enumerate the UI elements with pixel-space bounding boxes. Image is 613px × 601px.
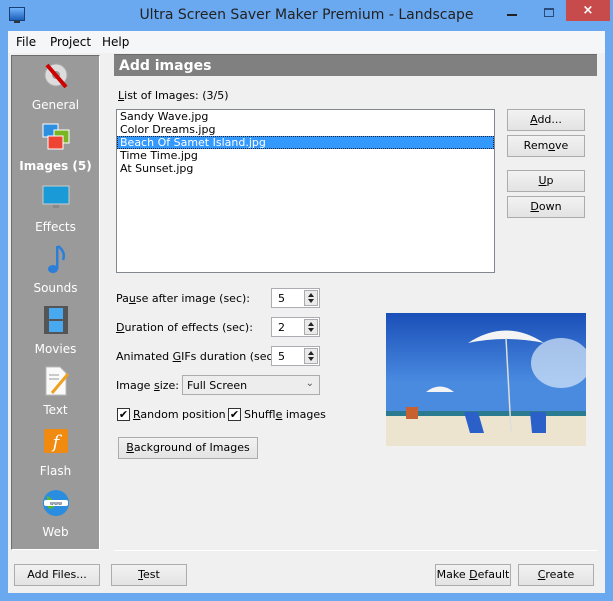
sidebar-item-web[interactable]: www Web	[12, 488, 99, 548]
document-pencil-icon	[45, 366, 70, 396]
image-size-select[interactable]: Full Screen ⌄	[182, 375, 320, 395]
images-icon	[42, 123, 70, 150]
gifs-duration-value[interactable]: 5	[278, 350, 285, 363]
gear-wrench-icon	[44, 63, 68, 89]
list-item[interactable]: Sandy Wave.jpg	[117, 110, 494, 123]
up-button[interactable]: Up	[507, 170, 585, 192]
duration-value[interactable]: 2	[278, 321, 285, 334]
list-item[interactable]: Color Dreams.jpg	[117, 123, 494, 136]
globe-www-icon: www	[43, 490, 69, 516]
client-area: File Project Help General Images (5) Eff…	[8, 31, 605, 593]
test-button[interactable]: Test	[111, 564, 187, 586]
shuffle-images-checkbox[interactable]: ✔	[228, 408, 241, 421]
duration-spinner[interactable]: 2	[271, 317, 320, 337]
sidebar-item-sounds[interactable]: Sounds	[12, 244, 99, 304]
sidebar-item-label: General	[31, 98, 80, 112]
spin-arrows[interactable]	[304, 290, 318, 306]
image-size-label: Image size:	[116, 379, 179, 392]
shuffle-images-label[interactable]: Shuffle images	[244, 408, 326, 421]
sidebar-item-images[interactable]: Images (5)	[12, 122, 99, 182]
sidebar-item-label: Effects	[35, 220, 76, 234]
section-header: Add images	[114, 54, 597, 76]
sidebar: General Images (5) Effects Sounds Movies…	[11, 55, 100, 550]
spin-arrows[interactable]	[304, 319, 318, 335]
sidebar-item-label: Movies	[34, 342, 77, 356]
duration-label: Duration of effects (sec):	[116, 321, 253, 334]
list-item[interactable]: Time Time.jpg	[117, 149, 494, 162]
background-of-images-button[interactable]: Background of Images	[118, 437, 258, 459]
chevron-down-icon: ⌄	[305, 378, 314, 389]
list-item[interactable]: At Sunset.jpg	[117, 162, 494, 175]
flash-icon: f	[44, 429, 68, 453]
sidebar-item-label: Sounds	[33, 281, 78, 295]
sidebar-item-effects[interactable]: Effects	[12, 183, 99, 243]
pause-value[interactable]: 5	[278, 292, 285, 305]
select-value: Full Screen	[187, 379, 248, 392]
sidebar-item-flash[interactable]: f Flash	[12, 427, 99, 487]
sidebar-item-text[interactable]: Text	[12, 366, 99, 426]
remove-button[interactable]: Remove	[507, 135, 585, 157]
pause-spinner[interactable]: 5	[271, 288, 320, 308]
close-button[interactable]: ×	[566, 0, 610, 21]
svg-text:www: www	[50, 501, 62, 507]
random-position-label[interactable]: Random position	[133, 408, 226, 421]
menu-project[interactable]: Project	[50, 35, 91, 49]
sidebar-item-label: Text	[43, 403, 68, 417]
add-button[interactable]: Add...	[507, 109, 585, 131]
list-label: List of Images: (3/5)	[118, 89, 229, 102]
menu-help[interactable]: Help	[102, 35, 129, 49]
sidebar-item-label: Flash	[39, 464, 72, 478]
images-listbox[interactable]: Sandy Wave.jpg Color Dreams.jpg Beach Of…	[116, 109, 495, 273]
film-icon	[44, 306, 68, 334]
app-window: Ultra Screen Saver Maker Premium - Lands…	[0, 0, 613, 601]
pause-label: Pause after image (sec):	[116, 292, 250, 305]
random-position-checkbox[interactable]: ✔	[117, 408, 130, 421]
make-default-button[interactable]: Make Default	[435, 564, 511, 586]
spin-arrows[interactable]	[304, 348, 318, 364]
sidebar-item-general[interactable]: General	[12, 61, 99, 121]
gifs-duration-spinner[interactable]: 5	[271, 346, 320, 366]
footer-separator	[114, 550, 597, 551]
sidebar-item-label: Images (5)	[19, 159, 92, 173]
window-title: Ultra Screen Saver Maker Premium - Lands…	[139, 7, 474, 23]
sidebar-item-label: Web	[42, 525, 69, 539]
maximize-button[interactable]	[544, 8, 554, 17]
sidebar-item-movies[interactable]: Movies	[12, 305, 99, 365]
menu-file[interactable]: File	[16, 35, 36, 49]
menu-bar: File Project Help	[8, 31, 605, 53]
create-button[interactable]: Create	[518, 564, 594, 586]
monitor-icon	[42, 185, 70, 208]
gifs-duration-label: Animated GIFs duration (sec):	[116, 350, 281, 363]
title-bar: Ultra Screen Saver Maker Premium - Lands…	[0, 0, 613, 31]
image-preview	[386, 313, 586, 446]
music-note-icon	[48, 245, 66, 273]
add-files-button[interactable]: Add Files...	[14, 564, 100, 586]
down-button[interactable]: Down	[507, 196, 585, 218]
minimize-button[interactable]	[507, 14, 517, 16]
list-item-selected[interactable]: Beach Of Samet Island.jpg	[117, 136, 494, 149]
